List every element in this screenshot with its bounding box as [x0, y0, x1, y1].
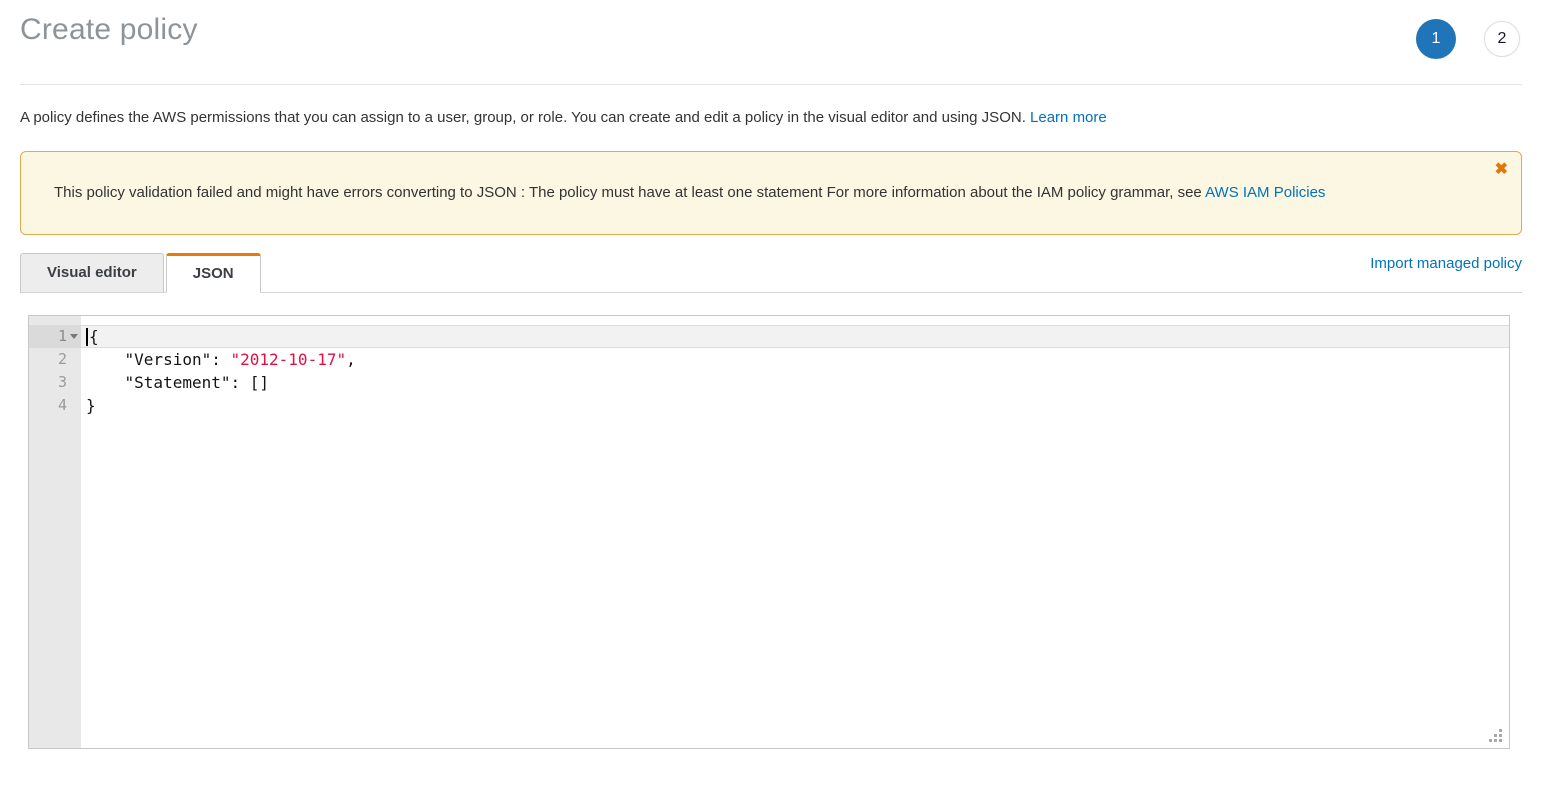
- page-header: Create policy 1 2: [20, 0, 1522, 85]
- code-token-string: "2012-10-17": [231, 350, 347, 369]
- code-line-4[interactable]: }: [81, 394, 1509, 417]
- page-title: Create policy: [20, 0, 1522, 47]
- editor-gutter: 1 2 3 4: [29, 316, 81, 748]
- gutter-line-2: 2: [29, 348, 81, 371]
- code-token: ,: [346, 350, 356, 369]
- step-indicator-1: 1: [1416, 19, 1456, 59]
- intro-text: A policy defines the AWS permissions tha…: [20, 109, 1522, 126]
- gutter-line-4: 4: [29, 394, 81, 417]
- close-icon[interactable]: ✖: [1495, 162, 1508, 178]
- code-token: }: [86, 396, 96, 415]
- code-token: {: [89, 327, 99, 346]
- code-area[interactable]: { "Version": "2012-10-17", "Statement": …: [81, 316, 1509, 748]
- banner-message: This policy validation failed and might …: [54, 184, 1205, 201]
- code-line-2[interactable]: "Version": "2012-10-17",: [81, 348, 1509, 371]
- wizard-steps: 1 2: [1416, 19, 1520, 59]
- learn-more-link[interactable]: Learn more: [1030, 109, 1107, 126]
- import-managed-policy-link[interactable]: Import managed policy: [1370, 255, 1522, 272]
- code-line-3[interactable]: "Statement": []: [81, 371, 1509, 394]
- code-line-1[interactable]: {: [81, 325, 1509, 348]
- aws-iam-policies-link[interactable]: AWS IAM Policies: [1205, 184, 1325, 201]
- gutter-line-3: 3: [29, 371, 81, 394]
- code-token: "Statement": []: [86, 373, 269, 392]
- resize-grip-icon[interactable]: [1499, 739, 1502, 742]
- code-token: "Version":: [86, 350, 231, 369]
- line-number: 1: [58, 327, 67, 345]
- gutter-line-1: 1: [29, 325, 81, 348]
- text-cursor: [86, 328, 88, 346]
- fold-arrow-icon[interactable]: [70, 334, 78, 339]
- tab-json[interactable]: JSON: [166, 253, 261, 293]
- editor-tabs: Visual editor JSON Import managed policy: [20, 252, 1522, 293]
- json-policy-editor[interactable]: 1 2 3 4 { "Version": "2012-10-17", "Stat…: [28, 315, 1510, 749]
- tab-visual-editor[interactable]: Visual editor: [20, 253, 164, 293]
- validation-warning-banner: This policy validation failed and might …: [20, 151, 1522, 235]
- step-indicator-2: 2: [1484, 21, 1520, 57]
- intro-text-body: A policy defines the AWS permissions tha…: [20, 109, 1030, 126]
